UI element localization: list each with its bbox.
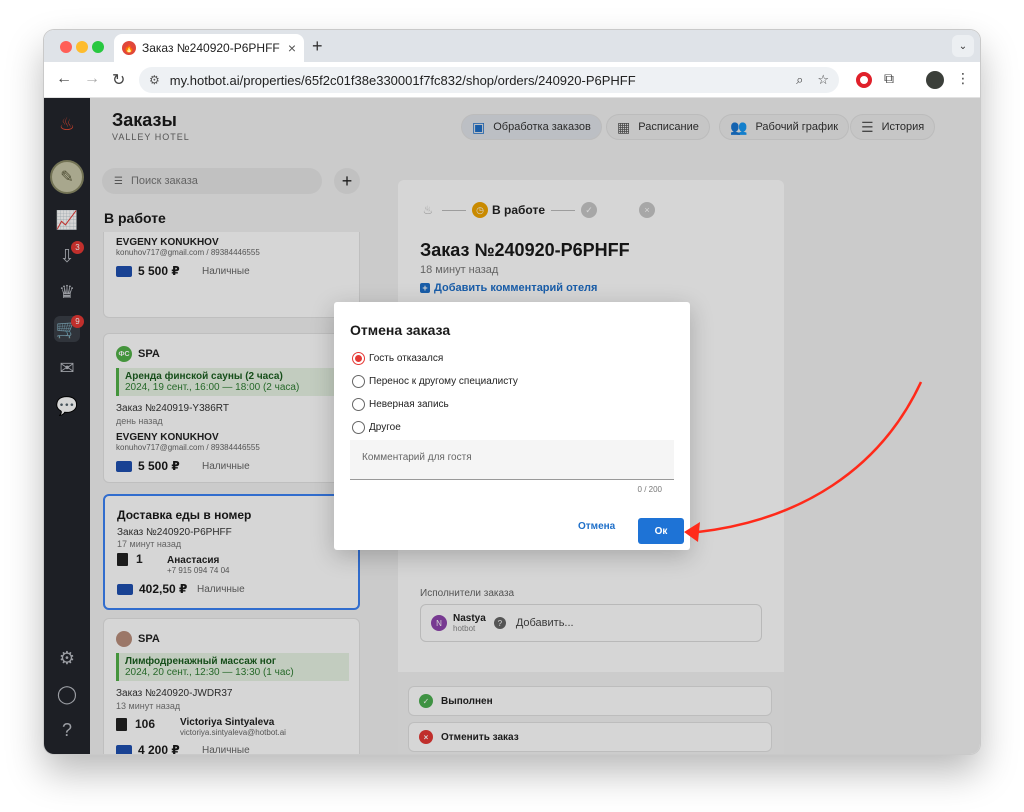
browser-menu-icon[interactable]: ⋮	[956, 70, 970, 87]
extensions-icon[interactable]: ⧉	[884, 70, 894, 87]
reason-option-wrong-entry[interactable]: Неверная запись	[352, 398, 449, 411]
browser-window: 🔥 Заказ №240920-P6PHFF | V × + ⌄ ← → ↻ ⚙…	[44, 30, 980, 754]
char-counter: 0 / 200	[637, 485, 662, 494]
maximize-window-button[interactable]	[92, 41, 104, 53]
radio[interactable]	[352, 375, 365, 388]
app: ♨ ✎ 📈 ⇩ 3 ♛ 🛒 9 ✉ 💬 ⚙ ◯ ? Заказы VALLEY …	[44, 98, 980, 754]
address-bar[interactable]: ⚙ my.hotbot.ai/properties/65f2c01f38e330…	[139, 67, 839, 93]
radio[interactable]	[352, 398, 365, 411]
dialog-ok-button[interactable]: Ок	[638, 518, 684, 544]
browser-toolbar: ← → ↻ ⚙ my.hotbot.ai/properties/65f2c01f…	[44, 62, 980, 98]
opera-extension-icon[interactable]	[856, 72, 872, 88]
browser-tab[interactable]: 🔥 Заказ №240920-P6PHFF | V ×	[114, 34, 304, 62]
tab-search-icon[interactable]: ⌄	[952, 35, 974, 57]
guest-comment-input[interactable]	[350, 440, 674, 480]
profile-avatar[interactable]	[926, 71, 944, 89]
reload-icon[interactable]: ↻	[112, 70, 125, 90]
reason-option-guest-refused[interactable]: Гость отказался	[352, 352, 443, 365]
dialog-cancel-button[interactable]: Отмена	[578, 521, 615, 532]
hotbot-favicon-icon: 🔥	[122, 41, 136, 55]
close-window-button[interactable]	[60, 41, 72, 53]
radio-selected[interactable]	[352, 352, 365, 365]
forward-icon[interactable]: →	[84, 70, 100, 88]
zoom-icon[interactable]: ⌕	[796, 72, 803, 88]
tab-close-icon[interactable]: ×	[288, 40, 296, 56]
tab-strip: 🔥 Заказ №240920-P6PHFF | V × + ⌄	[44, 30, 980, 62]
reason-option-other[interactable]: Другое	[352, 421, 401, 434]
url-text: my.hotbot.ai/properties/65f2c01f38e33000…	[169, 72, 636, 88]
new-tab-icon[interactable]: +	[312, 36, 323, 57]
reason-option-transfer[interactable]: Перенос к другому специалисту	[352, 375, 518, 388]
radio[interactable]	[352, 421, 365, 434]
tab-title: Заказ №240920-P6PHFF | V	[142, 41, 282, 55]
cancel-order-dialog: Отмена заказа Гость отказался Перенос к …	[334, 302, 690, 550]
minimize-window-button[interactable]	[76, 41, 88, 53]
back-icon[interactable]: ←	[56, 70, 72, 88]
site-info-icon[interactable]: ⚙	[149, 73, 160, 87]
dialog-title: Отмена заказа	[350, 322, 451, 338]
bookmark-star-icon[interactable]: ☆	[817, 72, 829, 88]
